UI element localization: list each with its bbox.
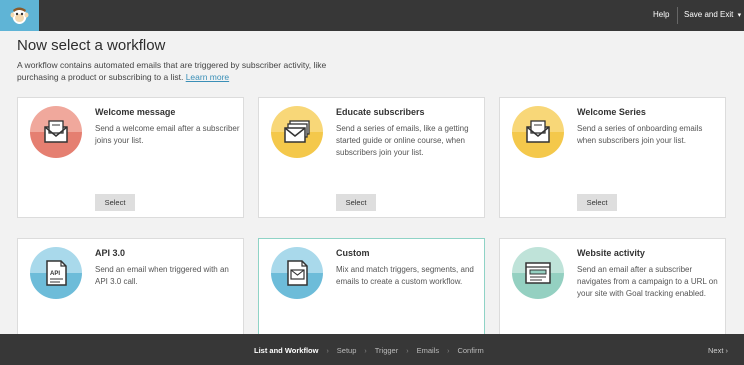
chevron-right-icon: › — [447, 348, 450, 355]
envelope-open-icon — [44, 120, 68, 143]
workflow-card-api[interactable]: API API 3.0 Send an email when triggered… — [17, 238, 244, 338]
select-button[interactable]: Select — [336, 194, 376, 211]
api-text: API — [50, 271, 60, 277]
workflow-steps: List and Workflow › Setup › Trigger › Emails › C… — [254, 346, 484, 355]
card-description: Send a series of onboarding emails when … — [577, 124, 703, 145]
chevron-right-icon: › — [364, 348, 367, 355]
card-title: Educate subscribers — [336, 107, 425, 117]
step-trigger[interactable]: Trigger — [375, 346, 398, 355]
browser-window-icon — [525, 262, 551, 284]
card-title: API 3.0 — [95, 248, 126, 258]
card-title: Welcome message — [95, 107, 176, 117]
save-and-exit-button[interactable]: Save and Exit ▾ — [684, 10, 741, 19]
page-title: Now select a workflow — [17, 37, 166, 54]
help-link[interactable]: Help — [653, 10, 669, 19]
api-document-icon: API — [46, 260, 67, 286]
step-setup[interactable]: Setup — [337, 346, 357, 355]
envelope-document-icon — [287, 260, 308, 286]
card-icon-badge — [271, 106, 323, 158]
workflow-card-welcome-message[interactable]: Welcome message Send a welcome email aft… — [17, 97, 244, 218]
mailchimp-logo[interactable] — [0, 0, 39, 31]
bottom-bar: List and Workflow › Setup › Trigger › Emails › C… — [0, 334, 744, 365]
card-icon-badge — [512, 106, 564, 158]
select-button[interactable]: Select — [577, 194, 617, 211]
chevron-right-icon: › — [406, 348, 409, 355]
chimp-icon — [10, 7, 29, 24]
envelope-open-icon — [526, 120, 550, 143]
workflow-card-custom[interactable]: Custom Mix and match triggers, segments,… — [258, 238, 485, 338]
step-emails[interactable]: Emails — [417, 346, 440, 355]
card-title: Welcome Series — [577, 107, 646, 117]
chevron-right-icon: › — [725, 346, 729, 355]
next-label: Next — [708, 346, 724, 355]
card-icon-badge — [512, 247, 564, 299]
workflow-card-welcome-series[interactable]: Welcome Series Send a series of onboardi… — [499, 97, 726, 218]
card-title: Custom — [336, 248, 370, 258]
topbar-divider — [677, 7, 678, 24]
card-title: Website activity — [577, 248, 645, 258]
step-list-and-workflow[interactable]: List and Workflow — [254, 346, 318, 355]
card-icon-badge: API — [30, 247, 82, 299]
workflow-card-educate-subscribers[interactable]: Educate subscribers Send a series of ema… — [258, 97, 485, 218]
card-description: Send a series of emails, like a getting … — [336, 124, 469, 157]
card-description: Send an email after a subscriber navigat… — [577, 265, 718, 298]
workflow-card-website-activity[interactable]: Website activity Send an email after a s… — [499, 238, 726, 338]
page-description: A workflow contains automated emails tha… — [17, 59, 357, 83]
description-text: A workflow contains automated emails tha… — [17, 60, 327, 82]
card-description: Mix and match triggers, segments, and em… — [336, 265, 474, 286]
card-icon-badge — [271, 247, 323, 299]
top-bar: Help Save and Exit ▾ — [0, 0, 744, 31]
learn-more-link[interactable]: Learn more — [186, 72, 229, 82]
step-confirm[interactable]: Confirm — [457, 346, 483, 355]
card-description: Send a welcome email after a subscriber … — [95, 124, 240, 145]
select-button[interactable]: Select — [95, 194, 135, 211]
save-and-exit-label: Save and Exit — [684, 10, 734, 19]
chevron-down-icon: ▾ — [737, 12, 742, 19]
card-description: Send an email when triggered with an API… — [95, 265, 229, 286]
next-button[interactable]: Next › — [708, 346, 728, 355]
card-icon-badge — [30, 106, 82, 158]
envelope-stack-icon — [284, 120, 310, 143]
chevron-right-icon: › — [326, 348, 329, 355]
